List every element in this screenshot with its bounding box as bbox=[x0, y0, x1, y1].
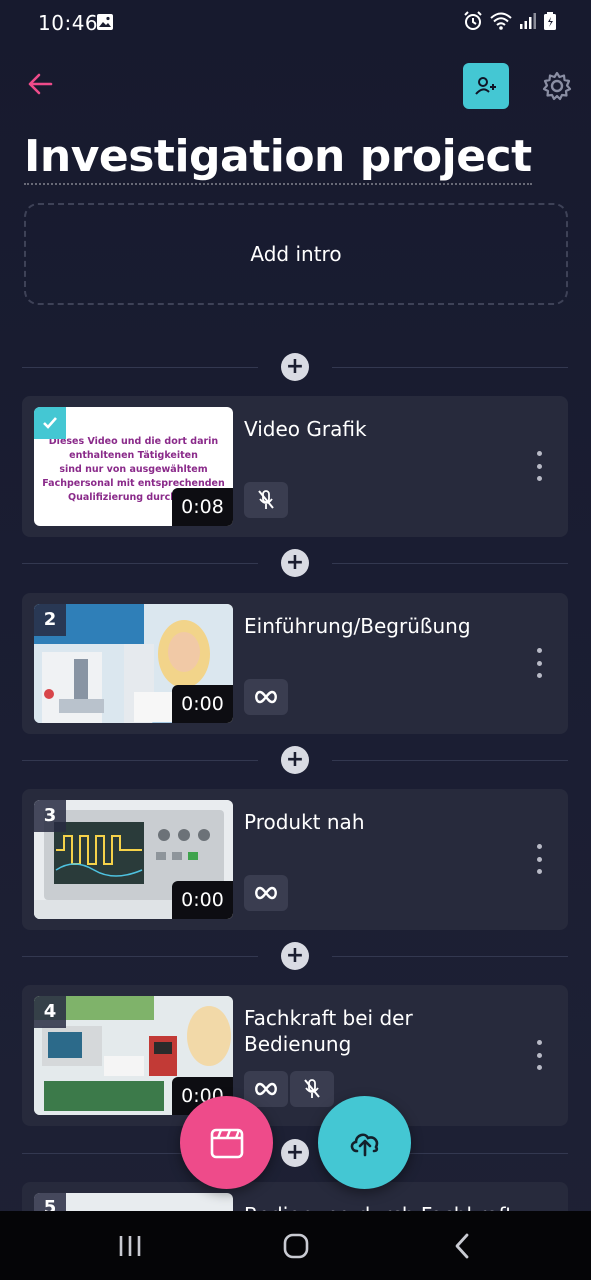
clip-menu-button[interactable] bbox=[532, 1040, 546, 1070]
insert-clip-button[interactable]: + bbox=[281, 549, 309, 577]
insert-divider: + bbox=[22, 549, 568, 579]
battery-icon bbox=[544, 12, 556, 30]
insert-divider: + bbox=[22, 746, 568, 776]
clip-number-badge: 4 bbox=[34, 996, 66, 1028]
clip-duration: 0:00 bbox=[172, 685, 233, 723]
loop-chip[interactable] bbox=[244, 1071, 288, 1107]
back-arrow-icon bbox=[28, 73, 53, 95]
audio-muted-chip[interactable] bbox=[290, 1071, 334, 1107]
insert-clip-button[interactable]: + bbox=[281, 353, 309, 381]
add-collaborator-button[interactable] bbox=[463, 63, 509, 109]
signal-icon bbox=[520, 13, 536, 29]
thumbnail-text-line: sind nur von ausgewähltem bbox=[59, 464, 208, 475]
loop-chip[interactable] bbox=[244, 679, 288, 715]
audio-muted-chip[interactable] bbox=[244, 482, 288, 518]
clip-menu-button[interactable] bbox=[532, 648, 546, 678]
selected-check-badge[interactable] bbox=[34, 407, 66, 439]
mic-off-icon bbox=[304, 1079, 320, 1098]
recents-icon bbox=[119, 1236, 141, 1256]
clip-card[interactable]: 4 0:00 Fachkraft bei der Bedienung bbox=[22, 985, 568, 1126]
top-app-bar bbox=[0, 60, 591, 110]
clip-card[interactable]: Dieses Video und die dort darin enthalte… bbox=[22, 396, 568, 537]
clip-title: Fachkraft bei der Bedienung bbox=[244, 1006, 413, 1056]
clip-thumbnail[interactable]: 3 0:00 bbox=[34, 800, 233, 919]
insert-divider: + bbox=[22, 353, 568, 383]
status-icons bbox=[463, 11, 557, 31]
clip-title: Video Grafik bbox=[244, 417, 367, 441]
add-intro-label: Add intro bbox=[250, 242, 342, 266]
cloud-upload-icon bbox=[350, 1133, 378, 1156]
project-title[interactable]: Investigation project bbox=[24, 132, 532, 185]
gallery-notification-icon bbox=[96, 13, 114, 35]
clip-menu-button[interactable] bbox=[532, 844, 546, 874]
system-navigation-bar bbox=[0, 1211, 591, 1280]
open-editor-button[interactable] bbox=[180, 1096, 273, 1189]
infinity-icon bbox=[255, 1082, 277, 1096]
insert-clip-button[interactable]: + bbox=[281, 746, 309, 774]
gear-icon bbox=[542, 71, 572, 101]
clip-number-badge: 3 bbox=[34, 800, 66, 832]
infinity-icon bbox=[255, 886, 277, 900]
clapperboard-icon bbox=[210, 1128, 243, 1158]
home-button[interactable] bbox=[276, 1229, 316, 1263]
clip-thumbnail[interactable]: 2 0:00 bbox=[34, 604, 233, 723]
clip-thumbnail[interactable]: 4 0:00 bbox=[34, 996, 233, 1115]
clip-card[interactable]: 2 0:00 Einführung/Begrüßung bbox=[22, 593, 568, 734]
recents-button[interactable] bbox=[110, 1229, 150, 1263]
clip-menu-button[interactable] bbox=[532, 451, 546, 481]
status-bar: 10:46 bbox=[0, 0, 591, 46]
add-intro-button[interactable]: Add intro bbox=[24, 203, 568, 305]
insert-clip-button[interactable]: + bbox=[281, 1139, 309, 1167]
clip-thumbnail[interactable]: Dieses Video und die dort darin enthalte… bbox=[34, 407, 233, 526]
back-button[interactable] bbox=[22, 66, 58, 102]
infinity-icon bbox=[255, 690, 277, 704]
check-icon bbox=[43, 417, 57, 429]
upload-button[interactable] bbox=[318, 1096, 411, 1189]
insert-clip-button[interactable]: + bbox=[281, 942, 309, 970]
clip-duration: 0:08 bbox=[172, 488, 233, 526]
loop-chip[interactable] bbox=[244, 875, 288, 911]
clip-duration: 0:00 bbox=[172, 881, 233, 919]
thumbnail-text-line: enthaltenen Tätigkeiten bbox=[69, 450, 198, 461]
home-icon bbox=[283, 1233, 309, 1259]
add-user-icon bbox=[475, 77, 496, 95]
settings-button[interactable] bbox=[538, 67, 576, 105]
insert-divider: + bbox=[22, 1139, 568, 1169]
mic-off-icon bbox=[258, 490, 274, 509]
alarm-icon bbox=[464, 11, 482, 30]
nav-back-button[interactable] bbox=[442, 1229, 482, 1263]
clip-title: Einführung/Begrüßung bbox=[244, 614, 471, 638]
wifi-icon bbox=[490, 12, 512, 30]
insert-divider: + bbox=[22, 942, 568, 972]
clip-number-badge: 2 bbox=[34, 604, 66, 636]
nav-back-icon bbox=[455, 1233, 469, 1259]
status-time: 10:46 bbox=[38, 11, 99, 35]
clip-title: Produkt nah bbox=[244, 810, 365, 834]
clip-card[interactable]: 3 0:00 Produkt nah bbox=[22, 789, 568, 930]
